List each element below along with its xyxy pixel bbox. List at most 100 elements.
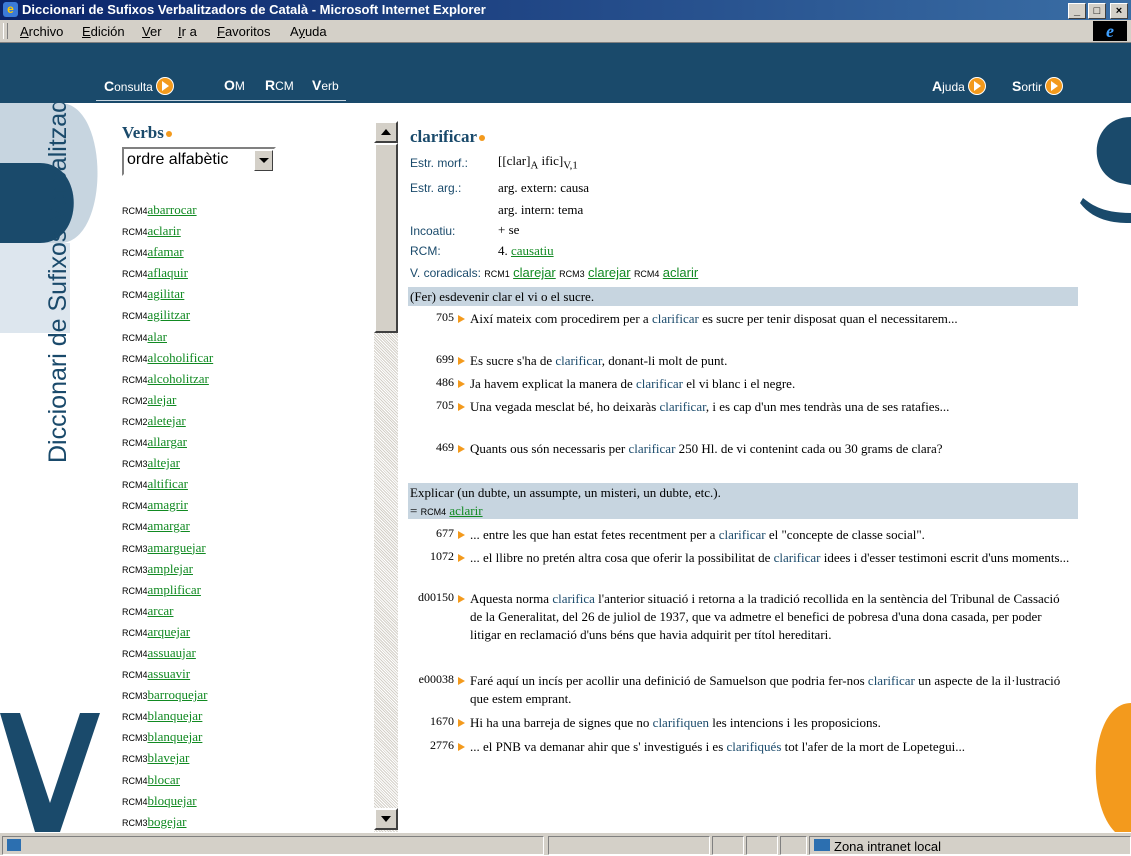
list-item: RCM2aletejar xyxy=(122,413,213,434)
verb-link[interactable]: agilitzar xyxy=(148,307,191,322)
menu-ver[interactable]: Ver xyxy=(142,24,162,39)
sense-definition: (Fer) esdevenir clar el vi o el sucre. xyxy=(408,287,1078,306)
menu-grip[interactable] xyxy=(3,23,8,39)
verb-link[interactable]: aletejar xyxy=(148,413,186,428)
menu-edicion[interactable]: Edición xyxy=(82,24,125,39)
list-item: RCM3blavejar xyxy=(122,750,213,771)
rcm-tag: RCM3 xyxy=(122,733,148,744)
play-triangle-icon[interactable] xyxy=(458,357,465,365)
arrow-circle-icon xyxy=(967,77,986,95)
verb-link[interactable]: blanquejar xyxy=(148,708,203,723)
coradical-link[interactable]: clarejar xyxy=(588,265,631,280)
rcm-tag: RCM3 xyxy=(122,459,148,470)
chevron-down-icon[interactable] xyxy=(254,150,273,171)
verb-link[interactable]: amarguejar xyxy=(148,540,206,555)
verb-link[interactable]: alejar xyxy=(148,392,177,407)
list-item: RCM4assuavir xyxy=(122,666,213,687)
play-triangle-icon[interactable] xyxy=(458,595,465,603)
example-text: Una vegada mesclat bé, ho deixaràs clari… xyxy=(470,399,950,414)
coradical-link[interactable]: clarejar xyxy=(513,265,556,280)
nav-consulta[interactable]: Consulta xyxy=(104,77,174,95)
ie-window-icon[interactable]: e xyxy=(3,2,18,17)
verb-link[interactable]: blocar xyxy=(148,772,180,787)
verb-link[interactable]: blavejar xyxy=(148,750,190,765)
example-text: Es sucre s'ha de clarificar, donant-li m… xyxy=(470,353,728,368)
example-number: 2776 xyxy=(430,738,454,752)
sidebar-scrollbar[interactable] xyxy=(374,121,398,832)
verb-link[interactable]: barroquejar xyxy=(148,687,208,702)
close-button[interactable]: × xyxy=(1110,3,1128,19)
verb-link[interactable]: arcar xyxy=(148,603,174,618)
example-text: Així mateix com procedirem per a clarifi… xyxy=(470,311,958,326)
verb-link[interactable]: alcoholitzar xyxy=(148,371,209,386)
example-keyword: clarificar xyxy=(773,550,821,565)
menu-ayuda[interactable]: Ayuda xyxy=(290,24,327,39)
rcm-tag: RCM4 xyxy=(122,248,148,259)
verb-link[interactable]: arquejar xyxy=(148,624,191,639)
example-number: 1670 xyxy=(430,714,454,728)
verb-link[interactable]: alcoholificar xyxy=(148,350,214,365)
rcm-link[interactable]: causatiu xyxy=(511,243,554,258)
nav-sortir[interactable]: Sortir xyxy=(1012,77,1064,95)
play-triangle-icon[interactable] xyxy=(458,315,465,323)
maximize-button[interactable]: □ xyxy=(1088,3,1106,19)
example-text: Hi ha una barreja de signes que no clari… xyxy=(470,715,881,730)
estr-morf-label: Estr. morf.: xyxy=(410,156,469,170)
nav-ajuda[interactable]: Ajuda xyxy=(932,77,986,95)
verb-link[interactable]: allargar xyxy=(148,434,187,449)
play-triangle-icon[interactable] xyxy=(458,677,465,685)
play-triangle-icon[interactable] xyxy=(458,445,465,453)
play-triangle-icon[interactable] xyxy=(458,403,465,411)
verb-link[interactable]: assuavir xyxy=(148,666,191,681)
verb-link[interactable]: amplejar xyxy=(148,561,193,576)
nav-om[interactable]: OM xyxy=(224,77,245,93)
list-item: RCM4assuaujar xyxy=(122,645,213,666)
example-text: ... el PNB va demanar ahir que s' invest… xyxy=(470,739,965,754)
verb-link[interactable]: abarrocar xyxy=(148,202,197,217)
verbs-sidebar: Verbs ordre alfabètic RCM4abarrocar RCM4a… xyxy=(118,103,374,832)
menu-favoritos[interactable]: Favoritos xyxy=(217,24,270,39)
scroll-thumb[interactable] xyxy=(374,143,398,333)
scroll-down-button[interactable] xyxy=(374,808,398,830)
nav-rcm[interactable]: RCM xyxy=(265,77,294,93)
rcm-tag: RCM4 xyxy=(122,480,148,491)
left-branding-panel: Diccionari de Sufixos Verbalitzadors del… xyxy=(0,103,118,832)
status-pane xyxy=(746,836,778,855)
verb-link[interactable]: amagrir xyxy=(148,497,188,512)
play-triangle-icon[interactable] xyxy=(458,380,465,388)
play-triangle-icon[interactable] xyxy=(458,554,465,562)
estr-arg-label: Estr. arg.: xyxy=(410,181,462,195)
verb-link[interactable]: amplificar xyxy=(148,582,201,597)
equivalent-link[interactable]: aclarir xyxy=(449,503,482,518)
verb-link[interactable]: bloquejar xyxy=(148,793,197,808)
verb-link[interactable]: aclarir xyxy=(148,223,181,238)
order-select[interactable]: ordre alfabètic xyxy=(122,147,276,176)
play-triangle-icon[interactable] xyxy=(458,531,465,539)
coradicals-label: V. coradicals: xyxy=(410,266,481,280)
verb-link[interactable]: altificar xyxy=(148,476,188,491)
verb-link[interactable]: afamar xyxy=(148,244,184,259)
verb-link[interactable]: aflaquir xyxy=(148,265,188,280)
example-keyword: clarificar xyxy=(628,441,676,456)
play-triangle-icon[interactable] xyxy=(458,743,465,751)
verb-link[interactable]: agilitar xyxy=(148,286,185,301)
status-text-pane xyxy=(2,836,544,855)
play-triangle-icon[interactable] xyxy=(458,719,465,727)
scroll-up-button[interactable] xyxy=(374,121,398,143)
right-branding-panel xyxy=(1080,103,1131,832)
verb-link[interactable]: assuaujar xyxy=(148,645,196,660)
nav-verb[interactable]: Verb xyxy=(312,77,339,93)
list-item: RCM4arcar xyxy=(122,603,213,624)
estr-morf-value: [[clar]A ific]V,1 xyxy=(498,153,578,172)
menu-archivo[interactable]: Archivo xyxy=(20,24,63,39)
minimize-button[interactable]: _ xyxy=(1068,3,1086,19)
verb-link[interactable]: bogejar xyxy=(148,814,187,829)
menu-ir-a[interactable]: Ir a xyxy=(178,24,197,39)
list-item: RCM4amargar xyxy=(122,518,213,539)
verb-link[interactable]: alar xyxy=(148,329,167,344)
verb-link[interactable]: blanquejar xyxy=(148,729,203,744)
entry-headword: clarificar xyxy=(410,127,486,147)
verb-link[interactable]: altejar xyxy=(148,455,180,470)
coradical-link[interactable]: aclarir xyxy=(663,265,698,280)
verb-link[interactable]: amargar xyxy=(148,518,190,533)
